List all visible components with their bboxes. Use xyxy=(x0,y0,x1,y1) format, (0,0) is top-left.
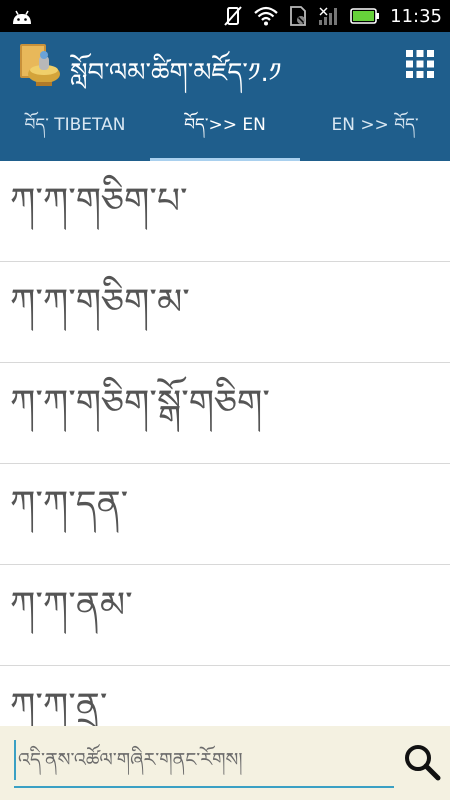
search-underline xyxy=(14,786,394,788)
list-item[interactable]: ཀ་ཀ་གཅིག་སྒོ་གཅིག་ xyxy=(0,363,450,464)
vibrate-off-icon xyxy=(224,6,242,26)
search-bar xyxy=(0,726,450,800)
battery-icon xyxy=(350,8,380,24)
tab-tibetan-to-english[interactable]: བོད་>> EN xyxy=(150,96,300,161)
sim-icon xyxy=(290,6,307,26)
wifi-icon xyxy=(254,6,278,26)
list-item[interactable]: ཀ་ཀ་གཅིག་པ་ xyxy=(0,161,450,262)
list-item[interactable]: ཀ་ཀ་དན་ xyxy=(0,464,450,565)
list-item[interactable]: ཀ་ཀ་གཅིག་མ་ xyxy=(0,262,450,363)
list-item-text: ཀ་ཀ་གཅིག་པ་ xyxy=(10,181,188,222)
app-logo xyxy=(20,44,60,86)
list-item-text: ཀ་ཀ་ནམ་ xyxy=(10,585,133,626)
tab-bar: བོད་ TIBETAN བོད་>> EN EN >> བོད་ xyxy=(0,96,450,161)
status-time: 11:35 xyxy=(390,5,442,27)
list-item[interactable]: ཀ་ཀ་ནམ་ xyxy=(0,565,450,666)
android-icon xyxy=(13,10,31,24)
list-item-text: ཀ་ཀ་གཅིག་སྒོ་གཅིག་ xyxy=(10,383,270,424)
status-icons: 11:35 xyxy=(222,0,442,32)
tab-english-to-tibetan[interactable]: EN >> བོད་ xyxy=(300,96,450,161)
status-bar: 11:35 xyxy=(0,0,450,32)
list-item-text: ཀ་ཀ་ནྲ་ xyxy=(10,686,108,726)
grid-menu-icon[interactable] xyxy=(406,50,434,78)
search-icon[interactable] xyxy=(402,742,442,782)
list-item-text: ཀ་ཀ་གཅིག་མ་ xyxy=(10,282,190,323)
search-input[interactable] xyxy=(14,738,400,782)
word-list: ཀ་ཀ་གཅིག་པ་ ཀ་ཀ་གཅིག་མ་ ཀ་ཀ་གཅིག་སྒོ་གཅི… xyxy=(0,161,450,726)
signal-icon xyxy=(319,7,338,25)
tab-tibetan[interactable]: བོད་ TIBETAN xyxy=(0,96,150,161)
list-item[interactable]: ཀ་ཀ་ནྲ་ xyxy=(0,666,450,726)
app-bar: སློབ་ལམ་ཚིག་མཛོད་༡.༡ xyxy=(0,32,450,96)
list-item-text: ཀ་ཀ་དན་ xyxy=(10,484,129,525)
